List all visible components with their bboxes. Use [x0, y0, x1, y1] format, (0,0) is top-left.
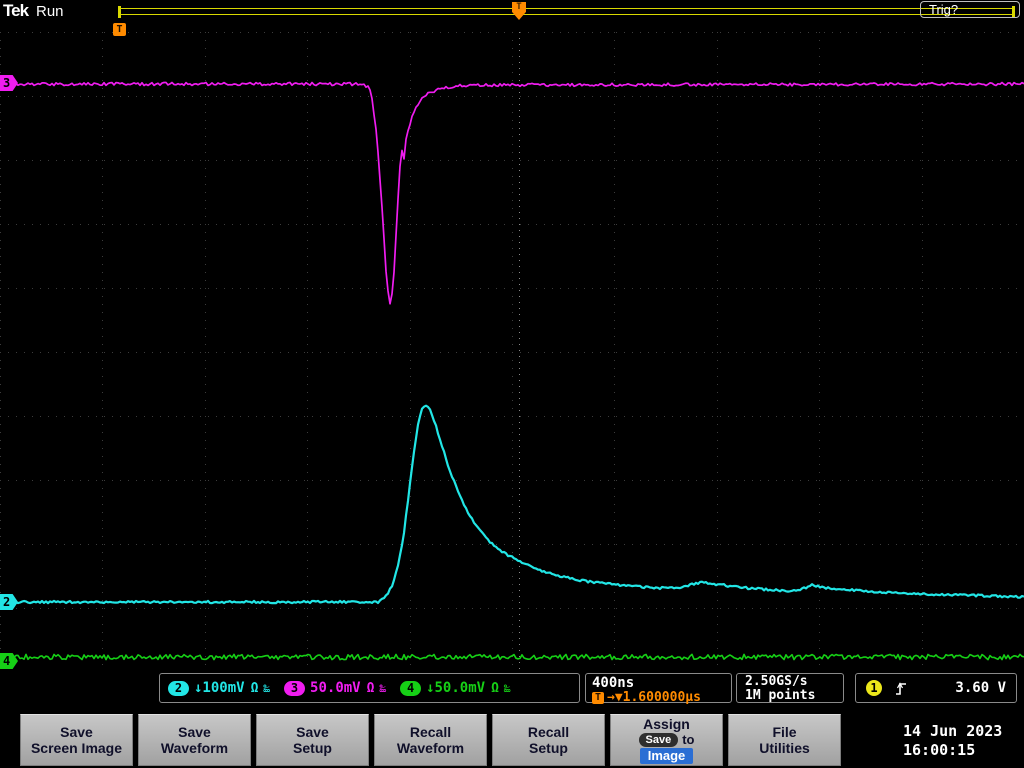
- expansion-point-marker[interactable]: T: [512, 2, 526, 20]
- record-view-left-bracket: [118, 6, 121, 18]
- channel-4-badge[interactable]: 4: [400, 680, 422, 696]
- trigger-delay-readout: →▼1.600000µs: [607, 690, 701, 705]
- recall-setup-button[interactable]: Recall Setup: [492, 714, 605, 766]
- button-label: File: [772, 724, 797, 740]
- button-label: Setup: [293, 740, 332, 756]
- record-view-bar: [118, 6, 1015, 18]
- button-label: Setup: [529, 740, 568, 756]
- date: 14 Jun 2023: [903, 722, 1003, 740]
- save-key-pill: Save: [638, 732, 679, 747]
- record-length: 1M points: [745, 688, 816, 703]
- button-label: Utilities: [759, 740, 810, 756]
- horizontal-readout[interactable]: 400ns T →▼1.600000µs: [585, 673, 732, 705]
- tek-logo: Tek: [3, 1, 29, 20]
- file-utilities-button[interactable]: File Utilities: [728, 714, 841, 766]
- trigger-level: 3.60 V: [955, 680, 1006, 696]
- button-label: Waveform: [160, 740, 229, 756]
- trigger-readout[interactable]: 1 3.60 V: [855, 673, 1017, 703]
- softkey-menu: Save Screen Image Save Waveform Save Set…: [20, 714, 841, 766]
- trigger-source-badge: 1: [866, 680, 882, 696]
- trigger-t-badge: T: [592, 691, 604, 704]
- button-label: Recall: [527, 724, 570, 740]
- channel-4-scale: ↓50.0mV: [426, 680, 486, 696]
- button-label: Assign: [643, 716, 690, 732]
- sample-rate: 2.50GS/s: [745, 674, 808, 689]
- button-label: Screen Image: [30, 740, 123, 756]
- channel-2-bandwidth-icon: ‱: [263, 681, 271, 695]
- button-label: to: [682, 732, 695, 747]
- channel-2-scale: ↓100mV: [194, 680, 245, 696]
- channel-2-badge[interactable]: 2: [168, 680, 189, 696]
- trace-ch3[interactable]: [0, 81, 1024, 305]
- channel-3-bandwidth-icon: ‱: [379, 681, 387, 695]
- button-label: Waveform: [396, 740, 465, 756]
- datetime-display: 14 Jun 2023 16:00:15: [903, 722, 1002, 760]
- channel-2-impedance: Ω: [250, 680, 259, 696]
- acquisition-status: Run: [36, 3, 64, 20]
- horizontal-delay: T →▼1.600000µs: [592, 690, 725, 705]
- time: 16:00:15: [903, 741, 976, 759]
- channel-3-scale: 50.0mV: [310, 680, 361, 696]
- trigger-position-flag[interactable]: T: [113, 23, 126, 36]
- button-label: Recall: [409, 724, 452, 740]
- button-label: Save: [60, 724, 93, 740]
- recall-waveform-button[interactable]: Recall Waveform: [374, 714, 487, 766]
- channel-4-impedance: Ω: [491, 680, 499, 696]
- save-screen-image-button[interactable]: Save Screen Image: [20, 714, 133, 766]
- oscilloscope-screen: Tek Run T T Trig? 3 2 4 2 ↓100mV Ω ‱ 3 5…: [0, 0, 1024, 768]
- channel-readouts: 2 ↓100mV Ω ‱ 3 50.0mV Ω ‱ 4 ↓50.0mV Ω ‱: [159, 673, 580, 703]
- button-label: Save: [296, 724, 329, 740]
- waveform-display[interactable]: [0, 32, 1024, 672]
- acquisition-readout[interactable]: 2.50GS/s 1M points: [736, 673, 844, 703]
- assign-target-chip: Image: [639, 748, 694, 764]
- save-waveform-button[interactable]: Save Waveform: [138, 714, 251, 766]
- channel-3-impedance: Ω: [366, 680, 375, 696]
- channel-3-badge[interactable]: 3: [284, 680, 306, 696]
- channel-4-bandwidth-icon: ‱: [503, 681, 511, 695]
- horizontal-scale: 400ns: [592, 675, 635, 691]
- trigger-status-indicator: Trig?: [920, 1, 1020, 18]
- button-label: Save: [178, 724, 211, 740]
- assign-save-button[interactable]: Assign Save to Image: [610, 714, 723, 766]
- edge-trigger-icon: [896, 682, 906, 695]
- save-setup-button[interactable]: Save Setup: [256, 714, 369, 766]
